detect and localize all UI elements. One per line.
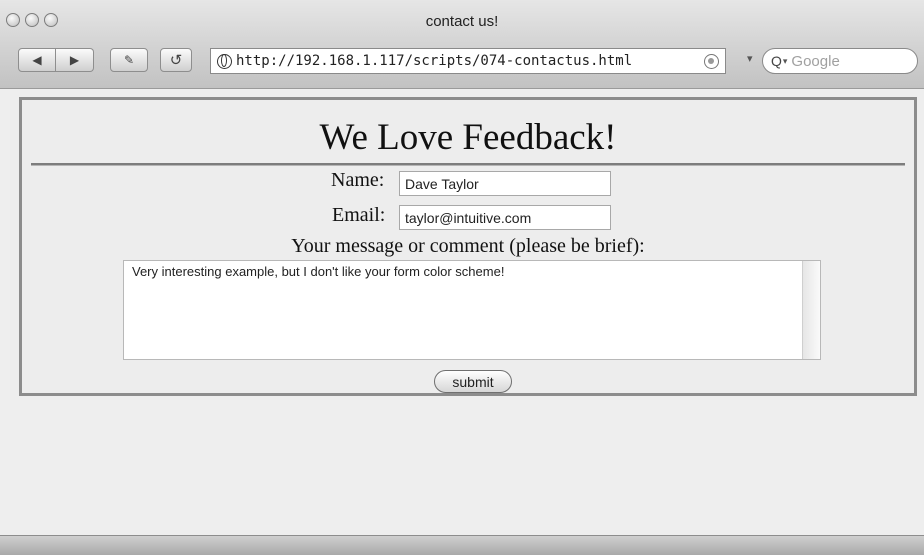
contact-form: We Love Feedback! Name: Email: Your mess…: [19, 97, 917, 396]
browser-window: contact us! ◀ ▶ ✎ ↺ http://192.168.1.117…: [0, 0, 924, 555]
reload-icon: ↺: [169, 52, 183, 69]
status-bar: [0, 535, 924, 555]
search-input[interactable]: [791, 52, 892, 70]
reload-button[interactable]: ↺: [160, 48, 192, 72]
message-box: Very interesting example, but I don't li…: [123, 260, 821, 360]
forward-arrow-icon: ▶: [69, 53, 80, 67]
search-engine-dropdown-icon[interactable]: ▾: [783, 56, 788, 67]
snapback-dropdown-icon[interactable]: ▾: [747, 52, 753, 65]
submit-button[interactable]: submit: [434, 370, 512, 393]
back-arrow-icon: ◀: [32, 53, 42, 67]
search-icon[interactable]: Q: [771, 53, 782, 69]
url-text[interactable]: http://192.168.1.117/scripts/074-contact…: [236, 53, 704, 69]
address-bar[interactable]: http://192.168.1.117/scripts/074-contact…: [210, 48, 726, 74]
search-box[interactable]: Q ▾: [762, 48, 918, 74]
page-heading: We Love Feedback!: [319, 117, 617, 158]
name-label: Name:: [331, 169, 385, 191]
pencil-icon: ✎: [123, 53, 135, 67]
message-textarea[interactable]: Very interesting example, but I don't li…: [124, 261, 802, 359]
browser-toolbar: ◀ ▶ ✎ ↺ http://192.168.1.117/scripts/074…: [18, 46, 918, 76]
globe-icon: [217, 53, 232, 69]
name-field[interactable]: [399, 171, 611, 196]
snapback-icon[interactable]: [704, 53, 719, 69]
heading-divider: [31, 163, 905, 166]
window-title: contact us!: [425, 13, 499, 30]
message-label: Your message or comment (please be brief…: [291, 235, 645, 257]
title-bar: contact us! ◀ ▶ ✎ ↺ http://192.168.1.117…: [0, 0, 924, 89]
email-label: Email:: [332, 204, 386, 226]
forward-button[interactable]: ▶: [56, 48, 94, 72]
edit-button[interactable]: ✎: [110, 48, 148, 72]
page-viewport: We Love Feedback! Name: Email: Your mess…: [0, 89, 924, 535]
back-button[interactable]: ◀: [18, 48, 56, 72]
email-field[interactable]: [399, 205, 611, 230]
message-scrollbar[interactable]: [802, 261, 820, 359]
